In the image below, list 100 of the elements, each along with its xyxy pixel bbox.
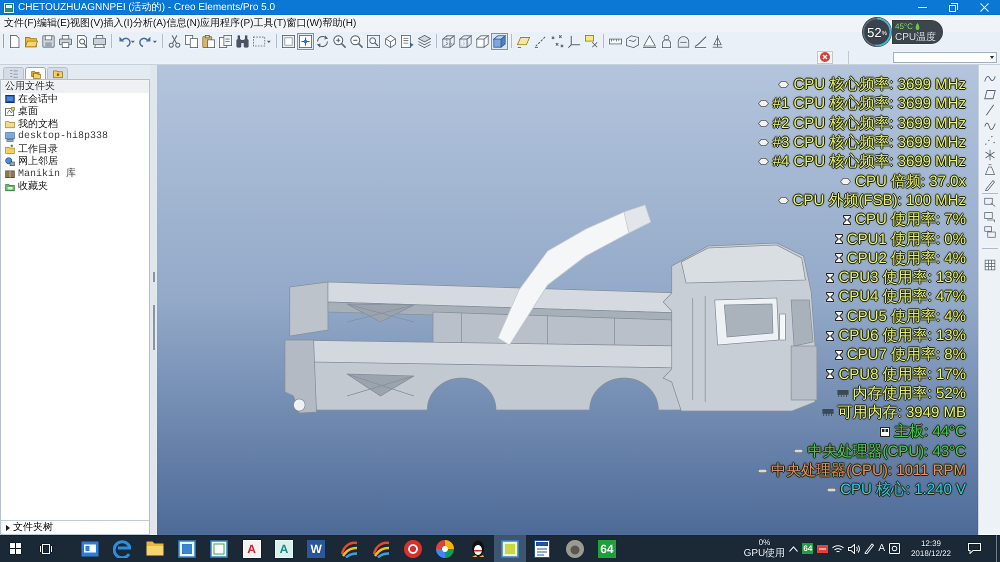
toolbar-button[interactable] <box>364 32 382 50</box>
folder-item[interactable]: 网上邻居 <box>1 156 149 168</box>
pen-icon[interactable] <box>864 543 874 554</box>
toolbar-button[interactable] <box>182 32 200 50</box>
menu-item[interactable]: 视图(V) <box>70 16 104 31</box>
folder-item[interactable]: desktop-hi8p338 <box>1 130 149 143</box>
cpu-temperature: 45°C <box>895 22 913 32</box>
folder-item[interactable]: 工作目录 <box>1 143 149 156</box>
hourglass-icon <box>826 292 834 302</box>
toolbar-button[interactable] <box>456 32 474 50</box>
toolbar-button[interactable] <box>166 32 183 50</box>
square-tile-icon <box>501 540 519 558</box>
menu-item[interactable]: 工具(T) <box>254 16 286 31</box>
toolbar-button[interactable] <box>216 32 234 50</box>
input-mode-indicator[interactable]: A <box>878 544 885 554</box>
dotted-points-icon[interactable] <box>984 134 996 146</box>
toolbar-button[interactable] <box>398 32 416 50</box>
menu-item[interactable]: 窗口(W) <box>286 16 322 31</box>
parallelogram-icon[interactable] <box>984 89 996 101</box>
clock-date[interactable]: 2018/12/22 <box>910 548 952 558</box>
toolbar-button[interactable] <box>330 32 348 50</box>
toolbar-button[interactable] <box>234 32 251 50</box>
tree-list-icon <box>8 68 18 78</box>
toolbar-button[interactable] <box>348 32 365 50</box>
minus-sign-icon[interactable] <box>817 544 828 552</box>
stacked-boxes-icon[interactable] <box>984 226 996 238</box>
model-viewport[interactable] <box>157 65 978 535</box>
sensor-reading: CPU7 使用率: 8% <box>846 345 966 364</box>
blank-page-icon <box>8 34 21 48</box>
folder-item[interactable]: 收藏夹 <box>1 180 149 193</box>
drop-icon <box>914 23 920 30</box>
rotate-arrows-icon <box>316 34 329 48</box>
splitter-handle[interactable] <box>150 65 157 535</box>
section-header: 公用文件夹 <box>1 80 149 93</box>
wifi-icon[interactable] <box>832 544 844 554</box>
toolbar-button[interactable] <box>624 32 641 50</box>
round-logo-icon <box>566 540 584 558</box>
toolbar-button[interactable] <box>440 32 457 50</box>
toolbar-button[interactable] <box>582 32 600 50</box>
hourglass-icon <box>843 214 852 225</box>
folder-item[interactable]: 我的文档 <box>1 118 149 130</box>
toolbar-button[interactable] <box>57 32 74 50</box>
toolbar-button[interactable] <box>490 32 508 50</box>
pencil-icon[interactable] <box>984 179 996 191</box>
navigator-tab[interactable] <box>47 67 68 79</box>
speaker-icon[interactable] <box>848 544 860 554</box>
menu-item[interactable]: 编辑(E) <box>36 16 70 31</box>
toolbar-button[interactable] <box>280 32 297 50</box>
chevron-up-icon[interactable] <box>789 546 798 552</box>
memory-chip-icon <box>836 390 849 397</box>
caret-icon <box>990 56 994 58</box>
menu-item[interactable]: 信息(N) <box>166 16 200 31</box>
pylon-icon <box>710 34 724 48</box>
toolbar-button[interactable] <box>200 32 217 50</box>
sensor-reading: CPU 使用率: 7% <box>855 210 966 230</box>
toolbar-button[interactable] <box>640 32 658 50</box>
square-circle-icon[interactable] <box>889 543 900 554</box>
toolbar-button[interactable] <box>474 32 491 50</box>
toolbar-button[interactable] <box>91 32 108 50</box>
taskbar-app-button[interactable] <box>494 535 526 562</box>
datum-axis-icon <box>534 34 547 48</box>
folder-item[interactable]: 在会话中 <box>1 93 149 106</box>
dash-icon <box>758 468 768 473</box>
taskbar-app-button[interactable]: W <box>300 535 332 562</box>
menu-item[interactable]: 分析(A) <box>132 16 166 31</box>
navigator-tab[interactable] <box>25 67 46 79</box>
toolbar-button[interactable] <box>296 32 314 50</box>
taskbar-app-button[interactable]: A <box>235 535 268 562</box>
copy-pages-icon <box>184 34 198 48</box>
folder-item[interactable]: Manikin 库 <box>1 168 149 180</box>
window-title: CHETOUZHUAGNNPEI (活动的) - Creo Elements/Pro 5.0 <box>18 1 276 15</box>
hexagon-icon <box>840 178 852 185</box>
asterisk-icon[interactable] <box>984 149 996 161</box>
toolbar-button[interactable] <box>40 32 57 50</box>
clock-time[interactable]: 12:39 <box>920 538 942 548</box>
toolbar-button[interactable] <box>548 32 566 50</box>
menu-item[interactable]: 插入(I) <box>103 16 133 31</box>
toolbar-button[interactable] <box>416 32 433 50</box>
menu-item[interactable]: 应用程序(P) <box>200 16 254 31</box>
sensor-reading: CPU1 使用率: 0% <box>846 230 966 249</box>
hourglass-icon <box>834 234 843 244</box>
swirl-icon <box>340 540 358 558</box>
notification-icon[interactable] <box>968 543 980 554</box>
line-icon[interactable] <box>984 104 996 116</box>
stop-button[interactable] <box>817 50 833 64</box>
menu-item[interactable]: 帮助(H) <box>322 16 356 31</box>
menu-item[interactable]: 文件(F) <box>4 16 37 31</box>
cpu-temperature-label: CPU温度 <box>895 32 936 42</box>
polygon-icon <box>626 34 639 48</box>
trapezoid-icon[interactable] <box>984 164 996 176</box>
folder-item[interactable]: 桌面 <box>1 106 149 118</box>
folder-icon <box>5 119 15 130</box>
hexagon-icon <box>758 100 769 108</box>
printer-icon <box>93 34 106 48</box>
table-icon[interactable] <box>984 259 996 271</box>
hourglass-icon <box>826 369 834 380</box>
box-line-icon[interactable] <box>984 211 996 223</box>
folder-tree-toggle[interactable]: 文件夹树 <box>1 520 149 534</box>
hourglass-icon <box>834 311 843 322</box>
page-magnifier-icon <box>76 34 89 48</box>
